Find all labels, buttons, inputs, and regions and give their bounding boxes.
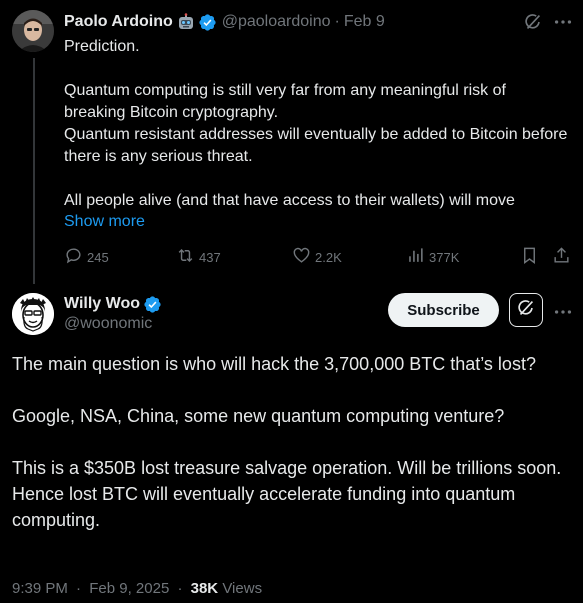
main-tweet-text: The main question is who will hack the 3…	[12, 354, 562, 530]
views-label: Views	[222, 580, 263, 597]
separator-dot: ·	[76, 580, 82, 597]
paolo-avatar[interactable]	[12, 10, 54, 52]
subscribe-button[interactable]: Subscribe	[388, 293, 499, 327]
like-count: 2.2K	[315, 249, 342, 265]
author-handle[interactable]: @woonomic	[64, 315, 152, 333]
main-tweet-name-row: Willy Woo	[64, 293, 162, 315]
tweet-date[interactable]: Feb 9	[344, 13, 385, 31]
bookmark-button[interactable]	[520, 246, 539, 268]
tweet-meta: 9:39 PM · Feb 9, 2025 · 38K Views	[12, 580, 262, 597]
reply-icon	[64, 246, 83, 268]
verified-badge-icon	[198, 13, 217, 32]
share-button[interactable]	[552, 246, 571, 268]
more-options-icon[interactable]	[552, 301, 574, 323]
views-count: 377K	[429, 249, 460, 265]
show-more-link[interactable]: Show more	[64, 211, 145, 233]
separator-dot: ·	[334, 13, 340, 30]
grok-icon[interactable]	[522, 11, 544, 33]
tweet-actions: 245 437 2.2K 377K	[64, 246, 574, 268]
author-name[interactable]: Willy Woo	[64, 295, 140, 313]
views-button[interactable]: 377K	[406, 246, 459, 268]
grok-button[interactable]	[509, 293, 543, 327]
thread-connector-line	[33, 58, 35, 284]
reply-button[interactable]: 245	[64, 246, 109, 268]
separator-dot: ·	[177, 580, 183, 597]
bookmark-icon	[520, 246, 539, 268]
reply-count: 245	[87, 249, 109, 265]
repost-count: 437	[199, 249, 221, 265]
main-tweet: Willy Woo @woonomic Subscribe The main q…	[0, 285, 583, 603]
robot-emoji-icon	[177, 13, 195, 31]
repost-button[interactable]: 437	[176, 246, 221, 268]
verified-badge-icon	[143, 295, 162, 314]
author-handle[interactable]: @paoloardoino	[222, 13, 331, 31]
tweet-date[interactable]: Feb 9, 2025	[89, 580, 169, 597]
parent-tweet[interactable]: Paolo Ardoino @paoloardoino · Feb 9 Pred…	[0, 0, 583, 285]
grok-icon	[515, 297, 537, 324]
more-options-icon[interactable]	[552, 11, 574, 33]
tweet-time[interactable]: 9:39 PM	[12, 580, 68, 597]
share-icon	[552, 246, 571, 268]
repost-icon	[176, 246, 195, 268]
analytics-icon	[406, 246, 425, 268]
parent-tweet-header: Paolo Ardoino @paoloardoino · Feb 9	[64, 11, 385, 33]
author-name[interactable]: Paolo Ardoino	[64, 13, 173, 31]
like-button[interactable]: 2.2K	[292, 246, 342, 268]
willy-avatar[interactable]	[12, 293, 54, 335]
heart-icon	[292, 246, 311, 268]
views-count: 38K	[190, 580, 219, 597]
parent-tweet-text: Prediction. Quantum computing is still v…	[64, 38, 568, 209]
